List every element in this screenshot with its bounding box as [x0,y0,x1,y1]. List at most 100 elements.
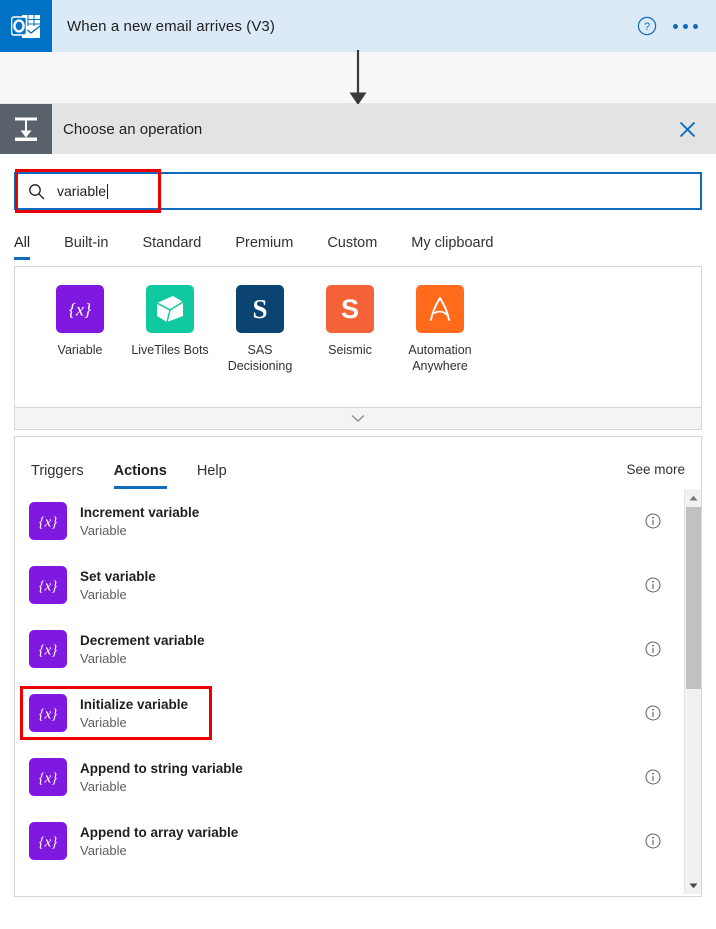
help-circle-icon[interactable]: ? [637,16,657,36]
scroll-down-arrow-icon[interactable] [685,877,702,894]
panel-header: Choose an operation [0,104,716,154]
tab-help[interactable]: Help [197,463,227,489]
list-item[interactable]: {x} Increment variable Variable [15,489,683,553]
info-icon[interactable] [645,641,661,657]
trigger-card[interactable]: When a new email arrives (V3) ? [0,0,716,52]
info-icon[interactable] [645,577,661,593]
connector-tile-sas-decisioning[interactable]: S SAS Decisioning [215,285,305,374]
svg-text:{x}: {x} [39,579,58,595]
list-item-subtitle: Variable [80,650,645,667]
variable-braces-icon: {x} [29,566,67,604]
tab-my-clipboard[interactable]: My clipboard [411,235,493,260]
list-item-text: Append to string variable Variable [80,760,645,795]
results-tabs: Triggers Actions Help See more [15,437,701,489]
results-list: {x} Increment variable Variable [15,489,683,894]
filter-tabs: All Built-in Standard Premium Custom My … [14,226,702,260]
variable-braces-icon: {x} [29,502,67,540]
tab-built-in[interactable]: Built-in [64,235,108,260]
tab-all[interactable]: All [14,235,30,260]
see-more-link[interactable]: See more [626,462,685,477]
scroll-up-arrow-icon[interactable] [685,489,702,506]
tab-custom[interactable]: Custom [327,235,377,260]
svg-text:S: S [341,294,359,324]
search-area: variable [14,172,702,210]
list-item[interactable]: {x} Append to array variable Variable [15,809,683,873]
list-item[interactable]: {x} Set variable Variable [15,553,683,617]
list-item-text: Set variable Variable [80,568,645,603]
panel-body: variable All Built-in Standard Premium C… [0,172,716,897]
seismic-s-icon: S [326,285,374,333]
results-list-zone: {x} Increment variable Variable [15,489,701,894]
sas-s-icon: S [236,285,284,333]
list-item-subtitle: Variable [80,778,645,795]
choose-operation-panel: Choose an operation variable [0,104,716,906]
variable-braces-icon: {x} [29,822,67,860]
info-icon[interactable] [645,513,661,529]
operation-results-card: Triggers Actions Help See more {x} Incre… [14,436,702,897]
outlook-icon [0,0,52,52]
list-item-subtitle: Variable [80,522,645,539]
connector-tile-label: Variable [58,342,103,358]
list-item-subtitle: Variable [80,842,645,859]
results-scrollbar[interactable] [684,489,701,894]
list-item-text: Initialize variable Variable [80,696,645,731]
trigger-actions: ? [637,16,700,36]
svg-text:?: ? [644,21,650,33]
svg-text:S: S [252,294,267,324]
list-item-title: Initialize variable [80,696,645,713]
choose-operation-screen: When a new email arrives (V3) ? [0,0,716,929]
list-item-title: Append to array variable [80,824,645,841]
collapse-connectors-button[interactable] [14,408,702,430]
connector-tile-seismic[interactable]: S Seismic [305,285,395,374]
search-icon [28,183,45,200]
search-input-value: variable [57,183,106,199]
arrow-down-icon [339,50,377,106]
flow-connector-area [0,52,716,104]
svg-text:{x}: {x} [39,643,58,659]
list-item-title: Set variable [80,568,645,585]
list-item[interactable]: {x} Append to string variable Variable [15,745,683,809]
list-item-text: Decrement variable Variable [80,632,645,667]
list-item-title: Increment variable [80,504,645,521]
connector-tiles: {x} Variable LiveT [35,285,681,374]
chevron-down-icon [351,414,365,423]
list-item-initialize-variable[interactable]: {x} Initialize variable Variable [15,681,683,745]
trigger-title: When a new email arrives (V3) [67,18,637,35]
connector-tile-livetiles-bots[interactable]: LiveTiles Bots [125,285,215,374]
ellipsis-icon[interactable] [671,18,700,35]
tab-triggers[interactable]: Triggers [31,463,84,489]
scrollbar-thumb[interactable] [686,507,701,689]
panel-title: Choose an operation [63,121,667,138]
svg-text:{x}: {x} [39,707,58,723]
insert-operation-icon [0,104,52,154]
tab-actions[interactable]: Actions [114,463,167,489]
list-item-title: Append to string variable [80,760,645,777]
connector-tile-automation-anywhere[interactable]: Automation Anywhere [395,285,485,374]
list-item-text: Append to array variable Variable [80,824,645,859]
connector-tile-label: SAS Decisioning [216,342,304,374]
variable-braces-icon: {x} [56,285,104,333]
search-input[interactable]: variable [14,172,702,210]
tab-standard[interactable]: Standard [142,235,201,260]
variable-braces-icon: {x} [29,630,67,668]
svg-text:{x}: {x} [39,515,58,531]
livetiles-envelope-icon [146,285,194,333]
connector-tile-label: Automation Anywhere [396,342,484,374]
variable-braces-icon: {x} [29,758,67,796]
tab-premium[interactable]: Premium [235,235,293,260]
connector-tile-label: LiveTiles Bots [131,342,208,358]
close-icon[interactable] [667,109,707,149]
svg-text:{x}: {x} [39,835,58,851]
svg-text:{x}: {x} [69,300,92,320]
list-item-subtitle: Variable [80,586,645,603]
info-icon[interactable] [645,705,661,721]
list-item[interactable]: {x} Decrement variable Variable [15,617,683,681]
connector-tiles-card: {x} Variable LiveT [14,266,702,408]
connector-tile-variable[interactable]: {x} Variable [35,285,125,374]
text-caret [107,184,108,199]
list-item-subtitle: Variable [80,714,645,731]
info-icon[interactable] [645,833,661,849]
info-icon[interactable] [645,769,661,785]
list-item-text: Increment variable Variable [80,504,645,539]
list-item-title: Decrement variable [80,632,645,649]
